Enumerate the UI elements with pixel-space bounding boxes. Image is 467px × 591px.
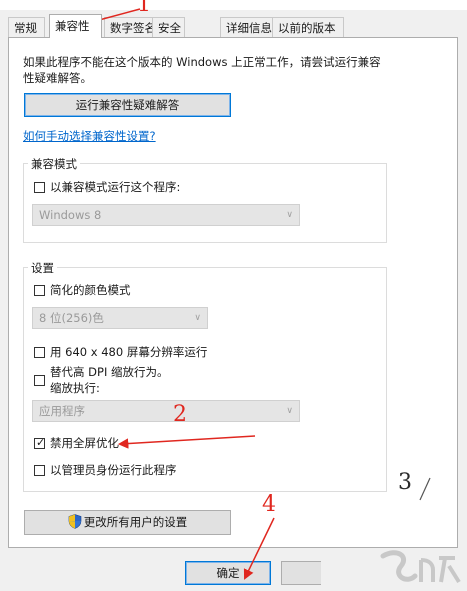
annotation-number-1: 1 xyxy=(137,0,151,17)
annotation-overlay xyxy=(85,8,431,580)
annotation-number-2: 2 xyxy=(173,402,187,427)
tab-compatibility[interactable]: 兼容性 xyxy=(49,14,102,38)
tab-label: 兼容性 xyxy=(55,19,90,33)
annotation-stroke-3 xyxy=(419,477,431,501)
annotation-number-3: 3 xyxy=(398,470,412,495)
annotation-arrow-4 xyxy=(243,517,275,580)
annotation-arrow-2 xyxy=(117,435,256,449)
annotation-number-4: 4 xyxy=(262,492,276,517)
watermark-logo xyxy=(380,550,461,584)
